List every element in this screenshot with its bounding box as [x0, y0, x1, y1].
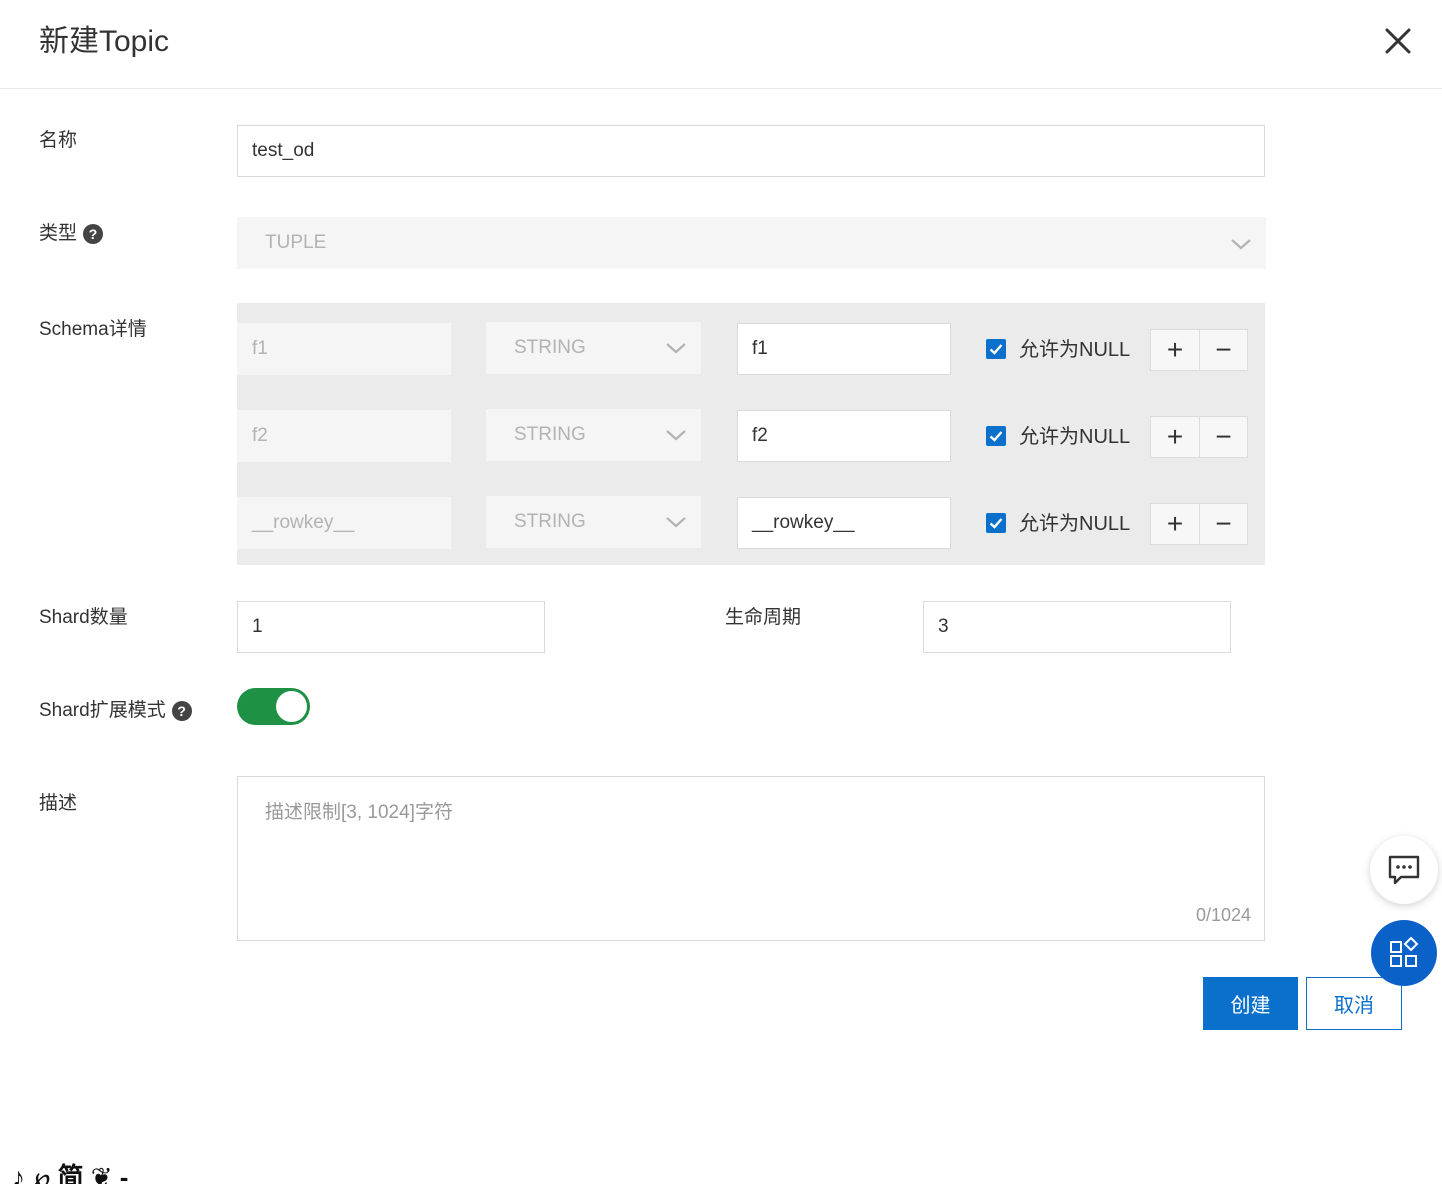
schema-field-type: STRING — [486, 322, 701, 374]
allow-null-label: 允许为NULL — [1019, 513, 1131, 535]
lifecycle-label: 生命周期 — [725, 607, 802, 628]
add-row-button[interactable]: + — [1151, 504, 1199, 544]
schema-field-type: STRING — [486, 409, 701, 461]
add-row-button[interactable]: + — [1151, 330, 1199, 370]
footer-fragment: ♪ ℘ 简 ❦ - — [12, 1162, 129, 1184]
char-counter: 0/1024 — [1195, 905, 1251, 925]
schema-field-name: f2 — [237, 410, 451, 462]
chat-icon[interactable] — [1370, 836, 1438, 904]
add-row-button[interactable]: + — [1151, 417, 1199, 457]
description-placeholder: 描述限制[3, 1024]字符 — [265, 802, 453, 823]
allow-null-checkbox[interactable] — [986, 339, 1006, 359]
dialog-title: 新建Topic — [39, 25, 170, 58]
chevron-down-icon — [666, 343, 686, 354]
remove-row-button[interactable]: − — [1199, 417, 1247, 457]
description-label: 描述 — [39, 793, 78, 814]
row-actions: + − — [1150, 503, 1248, 545]
shard-count-label: Shard数量 — [39, 607, 128, 628]
remove-row-button[interactable]: − — [1199, 504, 1247, 544]
schema-field-type: STRING — [486, 496, 701, 548]
schema-field-name: f1 — [237, 323, 451, 375]
type-select[interactable]: TUPLE — [237, 217, 1266, 269]
type-label: 类型 ? — [39, 220, 104, 248]
toggle-knob — [276, 691, 307, 722]
shard-extend-label: Shard扩展模式 ? — [39, 697, 192, 725]
allow-null-checkbox[interactable] — [986, 513, 1006, 533]
allow-null-checkbox[interactable] — [986, 426, 1006, 446]
create-button[interactable]: 创建 — [1203, 977, 1298, 1030]
remove-row-button[interactable]: − — [1199, 330, 1247, 370]
lifecycle-input[interactable]: 3 — [923, 601, 1231, 653]
dialog-header: 新建Topic — [0, 0, 1442, 89]
apps-icon[interactable] — [1371, 920, 1437, 986]
schema-field-comment[interactable]: __rowkey__ — [737, 497, 951, 549]
chevron-down-icon — [666, 430, 686, 441]
chevron-down-icon — [666, 517, 686, 528]
row-actions: + − — [1150, 329, 1248, 371]
allow-null-label: 允许为NULL — [1019, 426, 1131, 448]
name-input[interactable]: test_od — [237, 125, 1265, 177]
schema-field-name: __rowkey__ — [237, 497, 451, 549]
schema-field-comment[interactable]: f2 — [737, 410, 951, 462]
chevron-down-icon — [1231, 239, 1251, 250]
shard-count-input[interactable]: 1 — [237, 601, 545, 653]
row-actions: + − — [1150, 416, 1248, 458]
help-icon[interactable]: ? — [83, 224, 104, 244]
schema-label: Schema详情 — [39, 319, 147, 340]
cancel-button[interactable]: 取消 — [1306, 977, 1402, 1030]
schema-field-comment[interactable]: f1 — [737, 323, 951, 375]
description-textarea[interactable]: 描述限制[3, 1024]字符 0/1024 — [237, 776, 1265, 941]
name-label: 名称 — [39, 130, 78, 151]
close-icon[interactable] — [1381, 24, 1415, 58]
allow-null-label: 允许为NULL — [1019, 339, 1131, 361]
shard-extend-toggle[interactable] — [237, 688, 310, 725]
help-icon[interactable]: ? — [171, 701, 192, 721]
